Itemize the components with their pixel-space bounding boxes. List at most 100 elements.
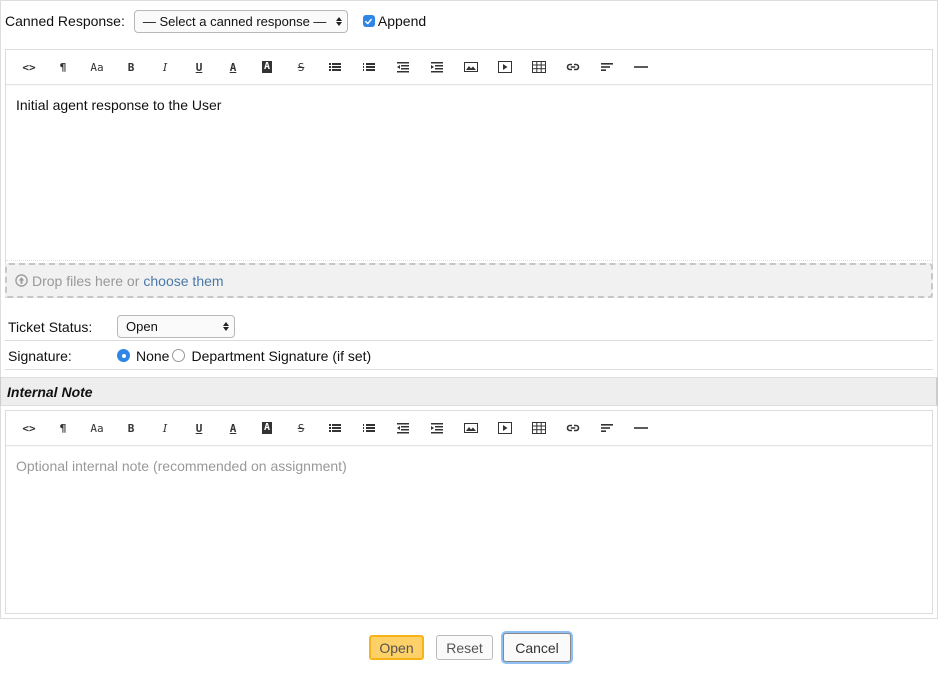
unordered-list-button[interactable] — [318, 55, 352, 79]
ordered-list-button[interactable] — [352, 416, 386, 440]
align-button[interactable] — [590, 55, 624, 79]
select-arrows-icon — [223, 322, 229, 331]
cancel-button[interactable]: Cancel — [503, 633, 571, 662]
table-icon — [532, 422, 546, 434]
table-icon — [532, 61, 546, 73]
unordered-list-icon — [329, 424, 341, 432]
bold-icon: B — [127, 60, 135, 74]
bold-icon: B — [127, 421, 135, 435]
response-editor-content[interactable]: Initial agent response to the User — [6, 85, 932, 261]
form-actions: Open Reset Cancel — [369, 633, 571, 662]
signature-row: Signature: None Department Signature (if… — [5, 342, 933, 370]
italic-button[interactable]: I — [148, 416, 182, 440]
font-color-icon: A — [229, 60, 237, 74]
append-label: Append — [377, 13, 427, 29]
internal-note-placeholder: Optional internal note (recommended on a… — [16, 458, 347, 474]
link-icon — [566, 63, 580, 71]
video-button[interactable] — [488, 55, 522, 79]
ordered-list-button[interactable] — [352, 55, 386, 79]
strikethrough-button[interactable]: S — [284, 55, 318, 79]
outdent-icon — [397, 62, 409, 73]
response-editor-toolbar: <> ¶ Aa B I U A A S — [6, 50, 932, 85]
background-color-button[interactable]: A — [250, 55, 284, 79]
canned-response-row: Canned Response: — Select a canned respo… — [5, 9, 426, 33]
image-button[interactable] — [454, 416, 488, 440]
ticket-status-row: Ticket Status: Open — [5, 313, 933, 341]
font-color-icon: A — [229, 421, 237, 435]
link-button[interactable] — [556, 416, 590, 440]
background-color-icon: A — [261, 422, 273, 434]
unordered-list-button[interactable] — [318, 416, 352, 440]
open-button[interactable]: Open — [369, 635, 424, 660]
file-dropzone[interactable]: Drop files here or choose them — [5, 263, 933, 298]
table-button[interactable] — [522, 55, 556, 79]
canned-response-value: — Select a canned response — — [142, 13, 327, 29]
paragraph-button[interactable]: ¶ — [46, 416, 80, 440]
underline-button[interactable]: U — [182, 416, 216, 440]
internal-note-header: Internal Note — [0, 377, 938, 406]
link-button[interactable] — [556, 55, 590, 79]
canned-response-select[interactable]: — Select a canned response — — [133, 9, 348, 33]
image-button[interactable] — [454, 55, 488, 79]
dropzone-text: Drop files here or — [32, 272, 140, 289]
signature-department-radio[interactable] — [172, 349, 186, 362]
unordered-list-icon — [329, 63, 341, 71]
font-size-icon: Aa — [90, 421, 104, 435]
bold-button[interactable]: B — [114, 55, 148, 79]
italic-button[interactable]: I — [148, 55, 182, 79]
horizontal-rule-icon — [634, 427, 648, 429]
outdent-button[interactable] — [386, 416, 420, 440]
italic-icon: I — [162, 421, 168, 435]
horizontal-rule-button[interactable] — [624, 416, 658, 440]
signature-department-label: Department Signature (if set) — [191, 347, 372, 364]
underline-button[interactable]: U — [182, 55, 216, 79]
italic-icon: I — [162, 60, 168, 74]
html-code-button[interactable]: <> — [12, 416, 46, 440]
html-code-button[interactable]: <> — [12, 55, 46, 79]
video-button[interactable] — [488, 416, 522, 440]
underline-icon: U — [195, 421, 203, 435]
ticket-status-value: Open — [126, 319, 158, 334]
ordered-list-icon — [363, 424, 375, 432]
table-button[interactable] — [522, 416, 556, 440]
font-size-button[interactable]: Aa — [80, 55, 114, 79]
indent-icon — [431, 423, 443, 434]
background-color-button[interactable]: A — [250, 416, 284, 440]
indent-icon — [431, 62, 443, 73]
reset-button[interactable]: Reset — [436, 635, 493, 660]
append-checkbox-field[interactable]: Append — [362, 13, 427, 29]
strikethrough-icon: S — [297, 60, 305, 74]
strikethrough-button[interactable]: S — [284, 416, 318, 440]
ticket-status-select[interactable]: Open — [117, 315, 235, 338]
font-color-button[interactable]: A — [216, 416, 250, 440]
indent-button[interactable] — [420, 416, 454, 440]
link-icon — [566, 424, 580, 432]
paragraph-icon: ¶ — [59, 421, 67, 435]
video-icon — [498, 422, 512, 434]
ordered-list-icon — [363, 63, 375, 71]
strikethrough-icon: S — [297, 421, 305, 435]
indent-button[interactable] — [420, 55, 454, 79]
font-size-icon: Aa — [90, 60, 104, 74]
choose-files-link[interactable]: choose them — [143, 273, 223, 289]
bold-button[interactable]: B — [114, 416, 148, 440]
ticket-status-label: Ticket Status: — [8, 318, 93, 335]
signature-none-radio[interactable] — [117, 349, 130, 362]
font-size-button[interactable]: Aa — [80, 416, 114, 440]
align-left-icon — [601, 63, 613, 71]
canned-response-label: Canned Response: — [5, 13, 125, 29]
align-button[interactable] — [590, 416, 624, 440]
append-checkbox[interactable] — [362, 15, 375, 27]
select-arrows-icon — [335, 16, 342, 26]
response-text: Initial agent response to the User — [16, 97, 222, 113]
outdent-button[interactable] — [386, 55, 420, 79]
signature-none-label: None — [136, 347, 170, 364]
internal-note-content[interactable]: Optional internal note (recommended on a… — [6, 446, 932, 486]
background-color-icon: A — [261, 61, 273, 73]
response-editor: <> ¶ Aa B I U A A S Initial agent respon… — [5, 49, 933, 298]
horizontal-rule-button[interactable] — [624, 55, 658, 79]
check-icon — [365, 18, 373, 24]
paragraph-button[interactable]: ¶ — [46, 55, 80, 79]
font-color-button[interactable]: A — [216, 55, 250, 79]
code-icon: <> — [22, 60, 36, 74]
